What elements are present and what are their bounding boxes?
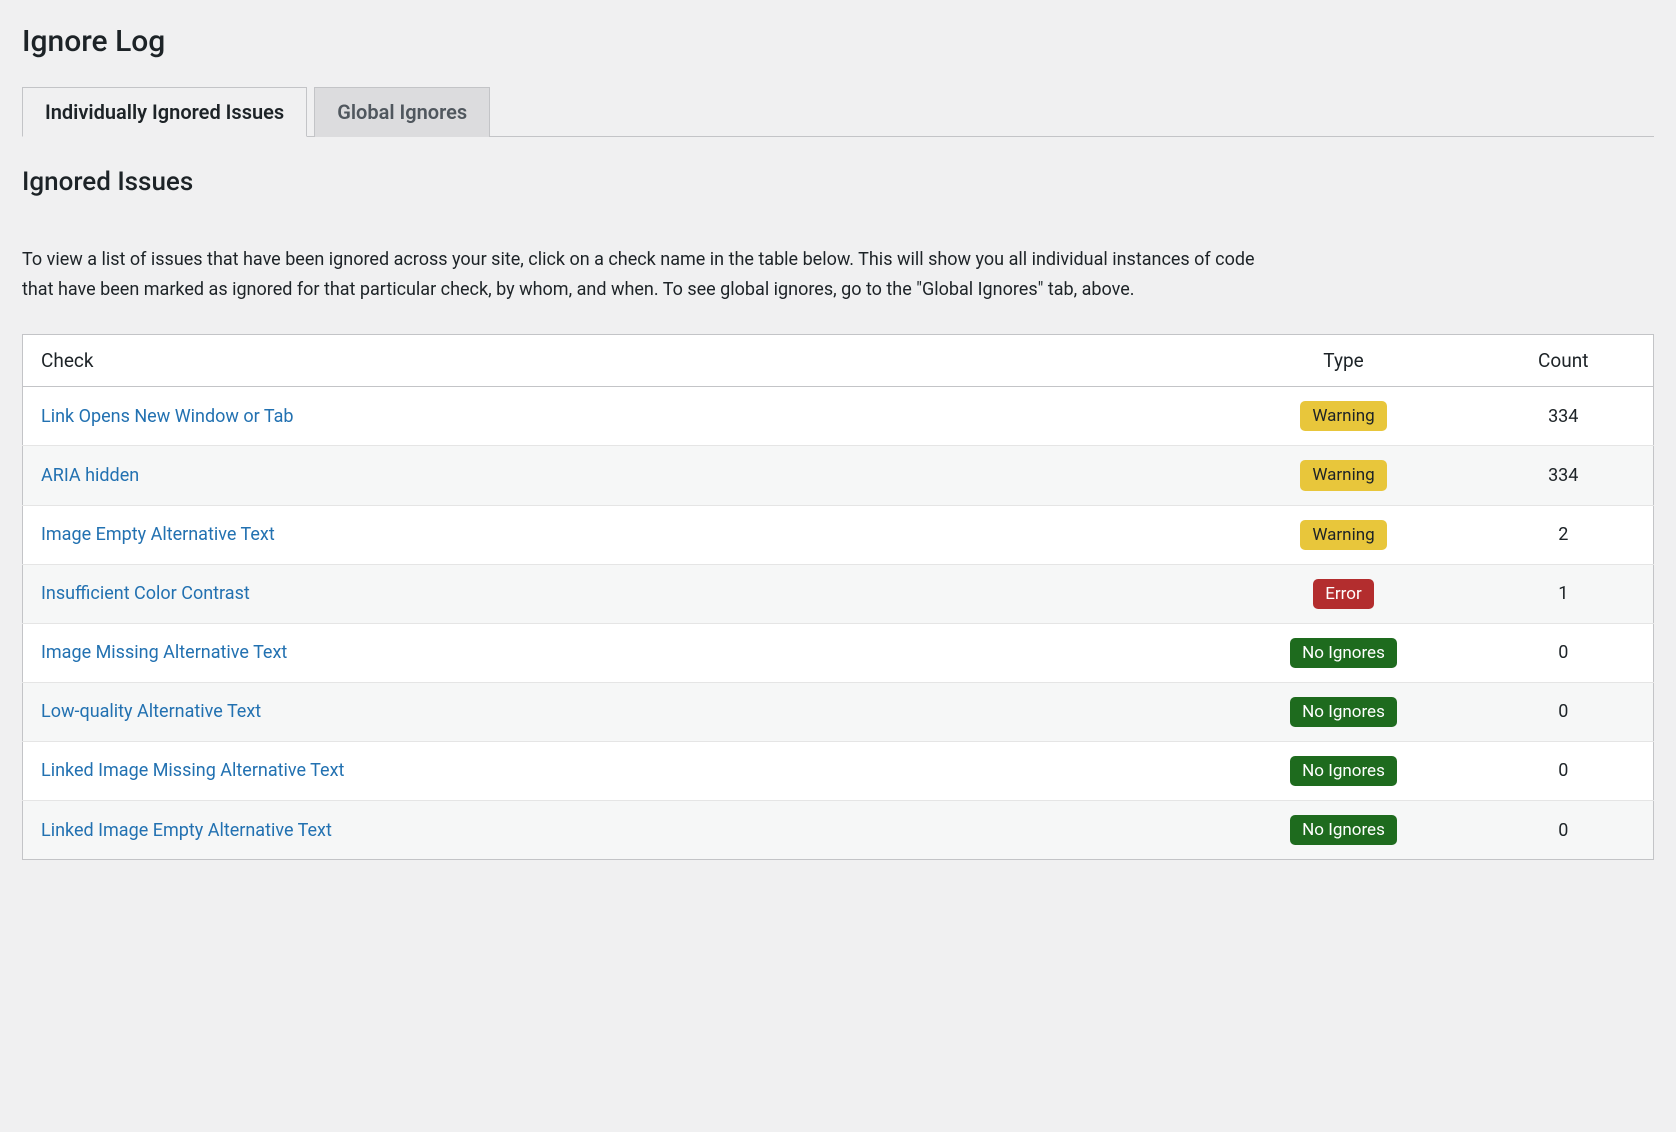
table-header-count: Count [1474, 335, 1654, 387]
cell-type: No Ignores [1214, 682, 1474, 741]
type-badge: No Ignores [1290, 815, 1397, 845]
table-header-type: Type [1214, 335, 1474, 387]
cell-count: 1 [1474, 564, 1654, 623]
check-link[interactable]: ARIA hidden [41, 465, 139, 486]
table-row: Insufficient Color Contrast Error 1 [23, 564, 1654, 623]
cell-type: No Ignores [1214, 801, 1474, 860]
type-badge: Error [1313, 579, 1373, 609]
tab-global-ignores[interactable]: Global Ignores [314, 87, 490, 137]
tabs-nav: Individually Ignored Issues Global Ignor… [22, 87, 1654, 137]
type-badge: Warning [1300, 520, 1386, 550]
cell-type: Error [1214, 564, 1474, 623]
ignored-issues-table: Check Type Count Link Opens New Window o… [22, 334, 1654, 860]
check-link[interactable]: Linked Image Missing Alternative Text [41, 760, 344, 781]
check-link[interactable]: Image Missing Alternative Text [41, 642, 287, 663]
cell-type: No Ignores [1214, 741, 1474, 800]
table-row: Link Opens New Window or Tab Warning 334 [23, 387, 1654, 446]
table-row: Linked Image Empty Alternative Text No Ig… [23, 801, 1654, 860]
type-badge: Warning [1300, 401, 1386, 431]
cell-check: ARIA hidden [23, 446, 1214, 505]
check-link[interactable]: Link Opens New Window or Tab [41, 406, 294, 427]
table-header-check: Check [23, 335, 1214, 387]
cell-check: Linked Image Missing Alternative Text [23, 741, 1214, 800]
check-link[interactable]: Insufficient Color Contrast [41, 583, 250, 604]
cell-type: Warning [1214, 387, 1474, 446]
table-row: Image Missing Alternative Text No Ignores… [23, 623, 1654, 682]
cell-check: Low-quality Alternative Text [23, 682, 1214, 741]
cell-check: Image Empty Alternative Text [23, 505, 1214, 564]
table-row: Image Empty Alternative Text Warning 2 [23, 505, 1654, 564]
cell-check: Insufficient Color Contrast [23, 564, 1214, 623]
cell-count: 0 [1474, 623, 1654, 682]
section-description: To view a list of issues that have been … [22, 245, 1282, 304]
check-link[interactable]: Linked Image Empty Alternative Text [41, 820, 332, 841]
section-title: Ignored Issues [22, 167, 1654, 197]
cell-count: 334 [1474, 387, 1654, 446]
cell-type: No Ignores [1214, 623, 1474, 682]
table-row: Low-quality Alternative Text No Ignores 0 [23, 682, 1654, 741]
page-title: Ignore Log [22, 20, 1654, 59]
cell-check: Linked Image Empty Alternative Text [23, 801, 1214, 860]
cell-count: 2 [1474, 505, 1654, 564]
cell-count: 334 [1474, 446, 1654, 505]
type-badge: Warning [1300, 460, 1386, 490]
cell-count: 0 [1474, 741, 1654, 800]
tab-individual-ignores[interactable]: Individually Ignored Issues [22, 87, 307, 137]
check-link[interactable]: Low-quality Alternative Text [41, 701, 261, 722]
cell-check: Link Opens New Window or Tab [23, 387, 1214, 446]
cell-type: Warning [1214, 446, 1474, 505]
check-link[interactable]: Image Empty Alternative Text [41, 524, 275, 545]
type-badge: No Ignores [1290, 756, 1397, 786]
cell-type: Warning [1214, 505, 1474, 564]
table-row: Linked Image Missing Alternative Text No … [23, 741, 1654, 800]
cell-count: 0 [1474, 682, 1654, 741]
type-badge: No Ignores [1290, 638, 1397, 668]
cell-check: Image Missing Alternative Text [23, 623, 1214, 682]
type-badge: No Ignores [1290, 697, 1397, 727]
cell-count: 0 [1474, 801, 1654, 860]
table-row: ARIA hidden Warning 334 [23, 446, 1654, 505]
